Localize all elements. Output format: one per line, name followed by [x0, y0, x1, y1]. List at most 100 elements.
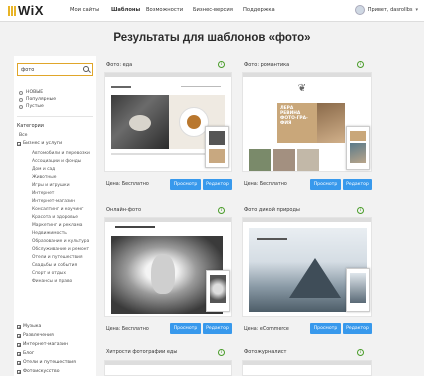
- edit-button[interactable]: Редактор: [343, 179, 372, 190]
- preview-button[interactable]: Просмотр: [170, 323, 201, 334]
- food-item: [187, 115, 201, 129]
- subcategory-item[interactable]: Интернет-магазин: [32, 199, 75, 204]
- expand-icon[interactable]: +: [17, 333, 21, 338]
- nav-templates[interactable]: Шаблоны: [111, 7, 140, 13]
- category-photography[interactable]: + Фотоискусство: [17, 369, 60, 374]
- subcategory-item[interactable]: Свадьбы и события: [32, 263, 77, 268]
- mobile-photo: [209, 131, 225, 145]
- info-icon[interactable]: i: [357, 61, 364, 68]
- browser-bar: [243, 73, 371, 77]
- subcategory-item[interactable]: Финансы и право: [32, 279, 72, 284]
- radio-icon: [19, 90, 23, 95]
- page-title: Результаты для шаблонов «фото»: [113, 32, 311, 44]
- subcategory-item[interactable]: Автомобили и перевозки: [32, 151, 90, 156]
- user-greeting: Привет, dasrollbs: [367, 7, 413, 13]
- expand-icon[interactable]: +: [17, 351, 21, 356]
- edit-button[interactable]: Редактор: [343, 323, 372, 334]
- romance-thumb: [249, 149, 271, 171]
- search-icon[interactable]: [83, 66, 89, 72]
- filter-label: Пустые: [26, 104, 44, 109]
- subcategory-item[interactable]: Дом и сад: [32, 167, 55, 172]
- browser-bar: [105, 361, 231, 365]
- category-all[interactable]: Все: [19, 133, 28, 138]
- search-input[interactable]: фото: [17, 63, 93, 76]
- template-thumbnail[interactable]: [104, 360, 232, 376]
- subcategory-item[interactable]: Красота и здоровье: [32, 215, 78, 220]
- preview-button[interactable]: Просмотр: [310, 179, 341, 190]
- info-icon[interactable]: i: [218, 349, 225, 356]
- category-label: Развлечения: [23, 333, 54, 338]
- subcategory-item[interactable]: Ассоциации и фонды: [32, 159, 81, 164]
- template-title: Фото дикой природы: [244, 207, 300, 213]
- template-thumbnail[interactable]: [242, 360, 372, 376]
- wix-logo[interactable]: WiX: [8, 3, 44, 18]
- mobile-preview: [206, 270, 230, 312]
- subcategory-item[interactable]: Животные: [32, 175, 56, 180]
- category-label: Все: [19, 133, 28, 138]
- mobile-preview: [346, 268, 370, 312]
- search-value: фото: [21, 67, 35, 73]
- expand-icon[interactable]: +: [17, 360, 21, 365]
- radio-icon: [19, 97, 23, 102]
- subcategory-item[interactable]: Маркетинг и реклама: [32, 223, 83, 228]
- preview-button[interactable]: Просмотр: [310, 323, 341, 334]
- mobile-photo: [209, 149, 225, 163]
- nav-business[interactable]: Бизнес-версия: [193, 7, 233, 13]
- nav-my-sites[interactable]: Мои сайты: [70, 7, 99, 13]
- site-logo: [115, 226, 155, 228]
- info-icon[interactable]: i: [218, 61, 225, 68]
- edit-button[interactable]: Редактор: [203, 179, 232, 190]
- user-menu[interactable]: Привет, dasrollbs ▾: [354, 5, 418, 15]
- filter-popular[interactable]: Популярные: [19, 97, 56, 102]
- category-blog[interactable]: + Блог: [17, 351, 34, 356]
- template-title: Хитрости фотографии еды: [106, 349, 178, 355]
- food-photo-dark: [111, 95, 169, 149]
- subcategory-item[interactable]: Интернет: [32, 191, 54, 196]
- expand-icon[interactable]: +: [17, 324, 21, 329]
- category-label: Музыка: [23, 324, 42, 329]
- sidebar: фото НОВЫЕ Популярные Пустые Категории В…: [14, 56, 96, 376]
- category-entertainment[interactable]: + Развлечения: [17, 333, 54, 338]
- mobile-preview: [346, 126, 370, 170]
- tree-logo-icon: ❦: [297, 83, 307, 94]
- template-price: Цена: Бесплатно: [244, 182, 287, 187]
- site-header: [111, 83, 221, 91]
- info-icon[interactable]: i: [357, 349, 364, 356]
- mobile-panel: [350, 131, 366, 141]
- category-online-store[interactable]: + Интернет-магазин: [17, 342, 68, 347]
- subcategory-item[interactable]: Недвижимость: [32, 231, 67, 236]
- top-navigation-bar: WiX Мои сайты Шаблоны Возможности Бизнес…: [0, 0, 424, 22]
- category-business[interactable]: − Бизнес и услуги: [17, 141, 62, 146]
- nav-support[interactable]: Поддержка: [243, 7, 275, 13]
- template-title: Фотожурналист: [244, 349, 287, 355]
- filter-new[interactable]: НОВЫЕ: [19, 90, 43, 95]
- food-plate: [129, 115, 151, 131]
- info-icon[interactable]: i: [357, 207, 364, 214]
- template-price: Цена: eCommerce: [244, 327, 289, 332]
- filter-blank[interactable]: Пустые: [19, 104, 44, 109]
- edit-button[interactable]: Редактор: [203, 323, 232, 334]
- avatar: [354, 5, 365, 15]
- portrait-figure: [151, 254, 175, 294]
- expand-icon[interactable]: +: [17, 369, 21, 374]
- info-icon[interactable]: i: [218, 207, 225, 214]
- mobile-photo: [350, 273, 366, 303]
- category-travel[interactable]: + Отели и путешествия: [17, 360, 76, 365]
- preview-button[interactable]: Просмотр: [170, 179, 201, 190]
- category-label: Интернет-магазин: [23, 342, 68, 347]
- romance-hero-panel: ЛЕРА РЕВИНА ФОТО-ГРА-ФИЯ: [277, 103, 317, 143]
- collapse-icon[interactable]: −: [17, 141, 21, 146]
- logo-text: WiX: [18, 3, 44, 18]
- subcategory-item[interactable]: Отели и путешествия: [32, 255, 83, 260]
- hero-heading: [257, 238, 287, 240]
- category-music[interactable]: + Музыка: [17, 324, 41, 329]
- subcategory-item[interactable]: Игры и игрушки: [32, 183, 70, 188]
- nav-features[interactable]: Возможности: [146, 7, 183, 13]
- subcategory-item[interactable]: Образование и культура: [32, 239, 89, 244]
- mobile-photo: [210, 275, 226, 303]
- subcategory-item[interactable]: Спорт и отдых: [32, 271, 66, 276]
- chevron-down-icon: ▾: [415, 7, 418, 13]
- expand-icon[interactable]: +: [17, 342, 21, 347]
- subcategory-item[interactable]: Обслуживание и ремонт: [32, 247, 89, 252]
- subcategory-item[interactable]: Консалтинг и коучинг: [32, 207, 83, 212]
